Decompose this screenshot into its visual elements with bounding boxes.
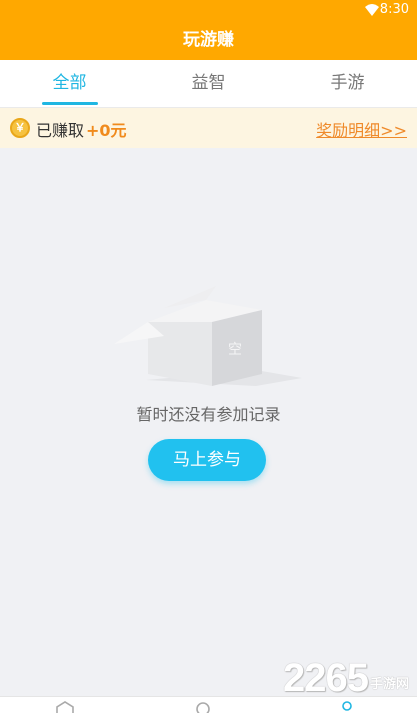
category-tabs: 全部 益智 手游: [0, 60, 417, 108]
tab-all[interactable]: 全部: [0, 60, 139, 107]
coin-icon: ￥: [10, 118, 30, 138]
home-nav-icon[interactable]: [55, 701, 75, 713]
status-bar: 8:30: [0, 0, 417, 20]
reward-details-link[interactable]: 奖励明细>>: [316, 117, 407, 141]
earned-amount: +0元: [86, 121, 127, 140]
box-label: 空: [228, 342, 242, 358]
empty-box-illustration: 空: [114, 286, 302, 386]
wifi-icon: [365, 4, 379, 16]
earnings-bar: ￥ 已赚取 +0元 奖励明细>>: [0, 108, 417, 148]
empty-message: 暂时还没有参加记录: [136, 405, 281, 424]
app-bar: 玩游赚: [0, 20, 417, 60]
watermark-number: 2265: [283, 655, 369, 700]
tab-puzzle[interactable]: 益智: [139, 60, 278, 107]
earned-label: 已赚取: [36, 121, 85, 140]
tab-mobile-games[interactable]: 手游: [278, 60, 417, 107]
site-watermark: 2265 手游网: [283, 655, 409, 700]
bottom-nav: [0, 696, 417, 713]
profile-nav-icon[interactable]: [337, 701, 357, 713]
tab-label: 全部: [52, 73, 87, 93]
watermark-suffix: 手游网: [369, 676, 409, 692]
status-time: 8:30: [379, 2, 409, 17]
tab-label: 益智: [191, 73, 226, 93]
tab-label: 手游: [330, 73, 365, 93]
game-nav-icon[interactable]: [193, 701, 213, 713]
page-title: 玩游赚: [183, 30, 234, 50]
join-now-button[interactable]: 马上参与: [148, 439, 266, 481]
